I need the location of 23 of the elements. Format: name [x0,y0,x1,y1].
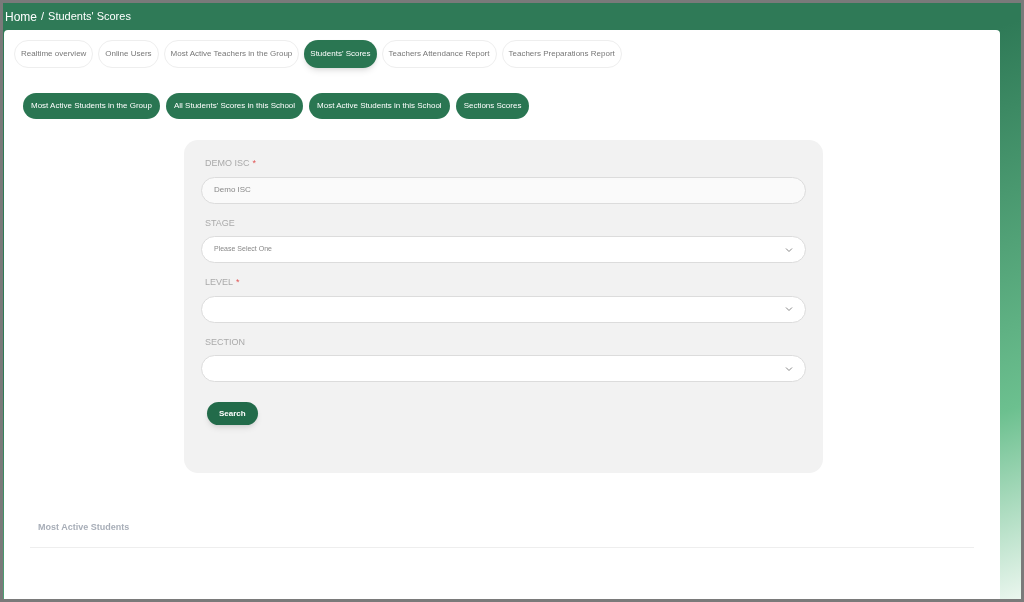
report-button[interactable]: Most Active Students in this School [309,93,450,119]
select-field[interactable] [201,295,806,323]
field-label: STAGE [205,216,235,230]
required-marker: * [252,157,257,170]
chevron-down-icon [785,365,793,372]
report-button[interactable]: Most Active Students in the Group [23,93,160,119]
report-button[interactable]: All Students' Scores in this School [165,93,304,119]
chevron-down-icon [785,246,793,253]
field-label: DEMO ISC [205,157,250,170]
field-label: LEVEL [205,276,234,289]
report-button[interactable]: Sections Scores [455,93,530,119]
tab[interactable]: Students' Scores [304,40,377,68]
field-label: SECTION [205,335,245,349]
breadcrumb-separator: / [41,9,45,25]
required-marker: * [236,276,240,289]
search-button[interactable]: Search [207,402,258,425]
text-field[interactable]: Demo ISC [201,176,806,204]
section-title: Most Active Students [38,522,130,532]
breadcrumb-item[interactable]: Home [5,7,37,26]
field-value: Demo ISC [214,184,251,196]
breadcrumb-item: Students' Scores [48,9,131,25]
chevron-down-icon [785,306,793,312]
select-field[interactable] [201,355,806,382]
